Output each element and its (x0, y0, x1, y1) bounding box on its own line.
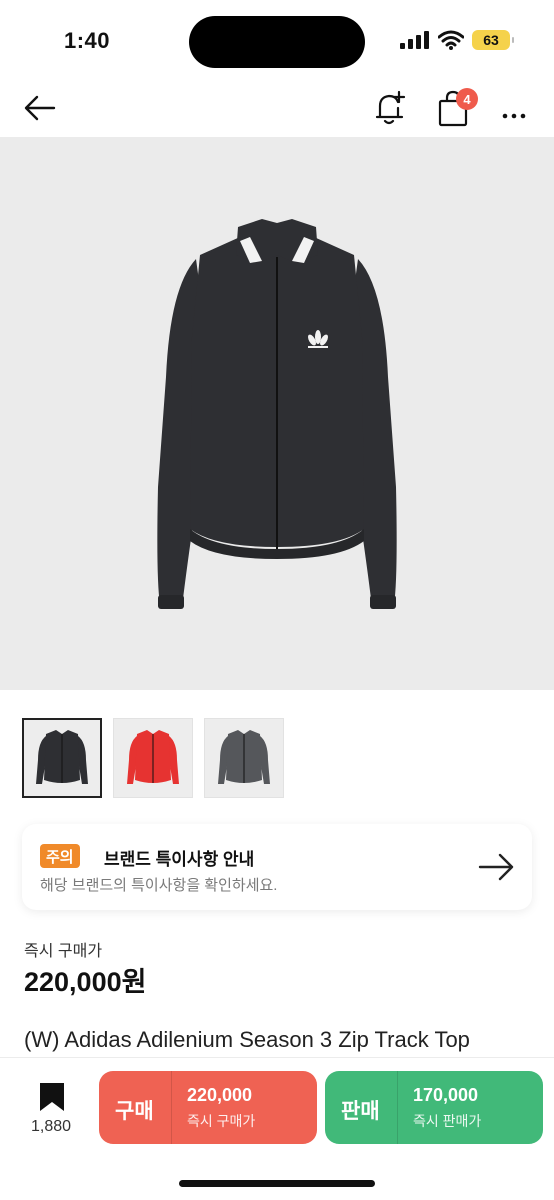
buy-divider (171, 1071, 172, 1144)
jacket-thumbnail-image (127, 730, 179, 784)
product-main-image[interactable] (0, 137, 554, 690)
back-arrow-icon[interactable] (22, 90, 58, 126)
thumbnail-strip (22, 718, 284, 798)
notice-warning-tag: 주의 (40, 844, 80, 868)
bookmark-button[interactable]: 1,880 (26, 1080, 76, 1140)
sell-button[interactable]: 판매 170,000 즉시 판매가 (325, 1071, 543, 1144)
buy-price: 220,000 (187, 1085, 253, 1105)
buy-label: 구매 (115, 1100, 154, 1123)
bookmark-count: 1,880 (30, 1118, 72, 1135)
dynamic-island (189, 16, 365, 68)
jacket-thumbnail-image (218, 730, 270, 784)
brand-notice-card[interactable]: 주의 브랜드 특이사항 안내 해당 브랜드의 특이사항을 확인하세요. (22, 824, 532, 910)
bottom-action-bar: 1,880 구매 220,000 즉시 구매가 판매 170,000 즉시 판매… (0, 1057, 554, 1200)
sell-label: 판매 (341, 1100, 380, 1123)
status-time: 1:40 (64, 28, 111, 53)
sell-divider (397, 1071, 398, 1144)
cart-count-badge: 4 (456, 88, 478, 110)
more-options-icon[interactable] (498, 90, 534, 126)
buy-button[interactable]: 구매 220,000 즉시 구매가 (99, 1071, 317, 1144)
thumbnail-red[interactable] (113, 718, 193, 798)
buy-sub-label: 즉시 구매가 (187, 1113, 256, 1129)
product-title: (W) Adidas Adilenium Season 3 Zip Track … (24, 1027, 470, 1052)
status-bar: 1:40 63 (0, 0, 554, 80)
signal-icon (400, 31, 429, 49)
nav-bar: 4 (0, 80, 554, 136)
sell-sub-label: 즉시 판매가 (413, 1113, 482, 1129)
wifi-icon (438, 30, 464, 50)
bookmark-icon (40, 1083, 64, 1111)
jacket-thumbnail-image (36, 730, 88, 784)
notice-title: 브랜드 특이사항 안내 (104, 850, 255, 869)
thumbnail-grey[interactable] (204, 718, 284, 798)
notice-subtitle: 해당 브랜드의 특이사항을 확인하세요. (40, 877, 278, 894)
track-jacket-image (157, 219, 397, 609)
instant-buy-price: 220,000원 (24, 967, 147, 997)
thumbnail-black[interactable] (22, 718, 102, 798)
bell-plus-icon[interactable] (372, 88, 408, 128)
sell-price: 170,000 (413, 1085, 479, 1105)
battery-indicator: 63 (472, 30, 514, 50)
instant-buy-price-label: 즉시 구매가 (24, 943, 103, 960)
arrow-right-icon[interactable] (478, 850, 516, 884)
home-indicator (179, 1180, 375, 1187)
status-icons: 63 (400, 30, 514, 50)
